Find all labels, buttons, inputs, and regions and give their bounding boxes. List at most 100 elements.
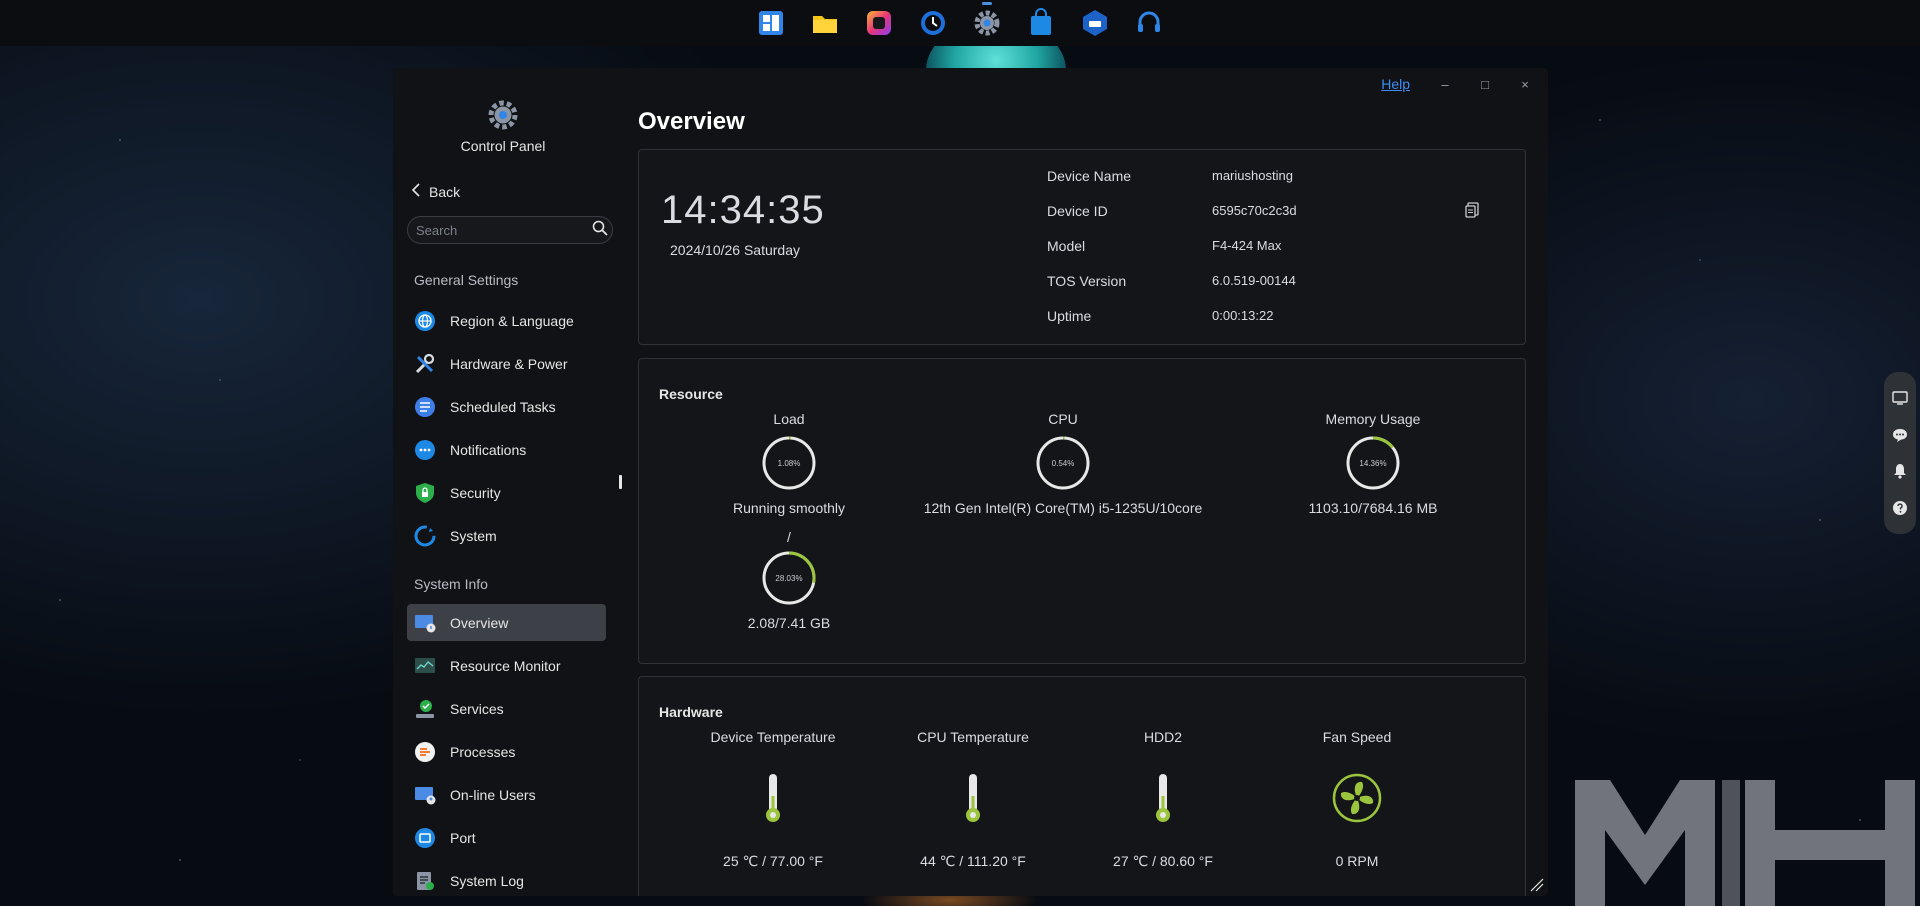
tos-version-label: TOS Version	[1047, 273, 1127, 289]
load-label: Load	[773, 411, 805, 427]
sidebar: Control Panel Back General Settings Regi…	[393, 68, 622, 896]
cpu-temperature-label: CPU Temperature	[917, 729, 1029, 745]
hardware-card: Hardware Device Temperature 25 ℃ / 77.00…	[638, 676, 1526, 896]
search-box	[407, 216, 613, 244]
task-list-icon	[414, 396, 436, 418]
port-icon	[414, 827, 436, 849]
cpu-detail: 12th Gen Intel(R) Core(TM) i5-1235U/10co…	[923, 500, 1203, 516]
backup-clock-icon[interactable]	[916, 6, 950, 40]
sidebar-item-label: Port	[450, 829, 476, 846]
desktop-widget-icon[interactable]	[1892, 390, 1908, 406]
sidebar-item-services[interactable]: Services	[407, 690, 606, 727]
watermark-logo	[1570, 775, 1920, 906]
sidebar-item-label: Hardware & Power	[450, 355, 568, 372]
hdd2-temperature-column: HDD2 27 ℃ / 80.60 °F	[1073, 729, 1253, 870]
page-title: Overview	[638, 108, 745, 135]
sidebar-scrollbar[interactable]	[619, 475, 622, 489]
back-button[interactable]: Back	[411, 183, 460, 200]
load-memory-gauge: 28.03%	[761, 550, 817, 606]
sidebar-item-overview[interactable]: Overview	[407, 604, 606, 641]
memory-label: Memory Usage	[1325, 411, 1421, 427]
control-panel-gear-icon	[486, 98, 520, 132]
app-store-bag-icon[interactable]	[1024, 6, 1058, 40]
bell-icon[interactable]	[1892, 463, 1908, 479]
sidebar-item-label: Region & Language	[450, 312, 574, 329]
sidebar-item-notifications[interactable]: Notifications	[407, 431, 606, 468]
memory-percent: 14.36%	[1359, 458, 1387, 468]
processes-icon	[414, 741, 436, 763]
maximize-button[interactable]: □	[1480, 77, 1490, 92]
docker-icon[interactable]	[1078, 6, 1112, 40]
clock-time: 14:34:35	[661, 188, 825, 232]
cpu-label: CPU	[1048, 411, 1078, 427]
active-indicator	[982, 2, 992, 5]
resize-grip-icon[interactable]	[1530, 878, 1544, 892]
resource-heading: Resource	[659, 386, 723, 402]
sidebar-item-region-language[interactable]: Region & Language	[407, 302, 606, 339]
app-grid-icon[interactable]	[754, 6, 788, 40]
tos-version-value: 6.0.519-00144	[1212, 273, 1296, 288]
help-icon[interactable]	[1892, 500, 1908, 516]
sidebar-item-label: Overview	[450, 614, 509, 631]
hdd2-label: HDD2	[1143, 729, 1183, 745]
control-panel-gear-icon[interactable]	[970, 2, 1004, 40]
fan-speed-column: Fan Speed 0 RPM	[1267, 729, 1447, 869]
copy-icon[interactable]	[1464, 202, 1480, 218]
cpu-temperature-column: CPU Temperature 44 ℃ / 111.20 °F	[883, 729, 1063, 870]
hardware-heading: Hardware	[659, 704, 723, 720]
sidebar-item-scheduled-tasks[interactable]: Scheduled Tasks	[407, 388, 606, 425]
fan-speed-label: Fan Speed	[1322, 729, 1392, 745]
memory-gauge: 14.36%	[1345, 435, 1401, 491]
cpu-temperature-value: 44 ℃ / 111.20 °F	[920, 853, 1026, 869]
general-settings-title: General Settings	[414, 272, 519, 288]
tools-icon	[414, 353, 436, 375]
sidebar-item-processes[interactable]: Processes	[407, 733, 606, 770]
sidebar-item-system[interactable]: System	[407, 517, 606, 554]
fan-speed-value: 0 RPM	[1335, 853, 1379, 869]
minimize-button[interactable]: –	[1440, 77, 1450, 92]
fan-icon	[1267, 773, 1447, 823]
sidebar-item-label: On-line Users	[450, 786, 536, 803]
services-check-icon	[414, 698, 436, 720]
device-id-value: 6595c70c2c3d	[1212, 203, 1297, 218]
device-id-label: Device ID	[1047, 203, 1108, 219]
sidebar-item-port[interactable]: Port	[407, 819, 606, 856]
window-controls: Help – □ ×	[1381, 76, 1530, 92]
side-dock	[1884, 372, 1916, 534]
search-input[interactable]	[416, 222, 592, 238]
search-icon[interactable]	[592, 220, 608, 241]
memory-column: Memory Usage 14.36% 1103.10/7684.16 MB	[1273, 411, 1473, 516]
main-content: Help – □ × Overview 14:34:35 2024/10/26 …	[638, 68, 1548, 896]
close-button[interactable]: ×	[1520, 77, 1530, 92]
system-refresh-icon	[414, 525, 436, 547]
resource-card: Resource Load 1.08% Running smoothly / 2…	[638, 358, 1526, 664]
sidebar-item-security[interactable]: Security	[407, 474, 606, 511]
sidebar-item-label: Notifications	[450, 441, 527, 458]
sidebar-item-label: Scheduled Tasks	[450, 398, 556, 415]
sidebar-item-online-users[interactable]: On-line Users	[407, 776, 606, 813]
support-headset-icon[interactable]	[1132, 6, 1166, 40]
resource-monitor-icon	[414, 655, 436, 677]
load-separator: /	[787, 529, 791, 545]
model-label: Model	[1047, 238, 1086, 254]
sidebar-header: Control Panel	[393, 98, 613, 154]
globe-icon	[414, 310, 436, 332]
sidebar-item-label: System	[450, 527, 497, 544]
system-info-title: System Info	[414, 576, 488, 592]
model-value: F4-424 Max	[1212, 238, 1282, 253]
device-name-label: Device Name	[1047, 168, 1132, 184]
overview-card: 14:34:35 2024/10/26 Saturday Device Name…	[638, 149, 1526, 345]
clock-date: 2024/10/26 Saturday	[670, 242, 800, 258]
memory-detail: 1103.10/7684.16 MB	[1308, 500, 1438, 516]
folder-icon[interactable]	[808, 6, 842, 40]
media-icon[interactable]	[862, 6, 896, 40]
sidebar-item-hardware-power[interactable]: Hardware & Power	[407, 345, 606, 382]
sidebar-item-label: Services	[450, 700, 504, 717]
load-column: Load 1.08% Running smoothly / 28.03% 2.0…	[699, 411, 879, 631]
help-link[interactable]: Help	[1381, 76, 1410, 92]
sidebar-item-resource-monitor[interactable]: Resource Monitor	[407, 647, 606, 684]
control-panel-window: Control Panel Back General Settings Regi…	[393, 68, 1548, 896]
message-icon[interactable]	[1892, 427, 1908, 443]
sidebar-item-system-log[interactable]: System Log	[407, 862, 606, 896]
sidebar-item-label: Security	[450, 484, 501, 501]
